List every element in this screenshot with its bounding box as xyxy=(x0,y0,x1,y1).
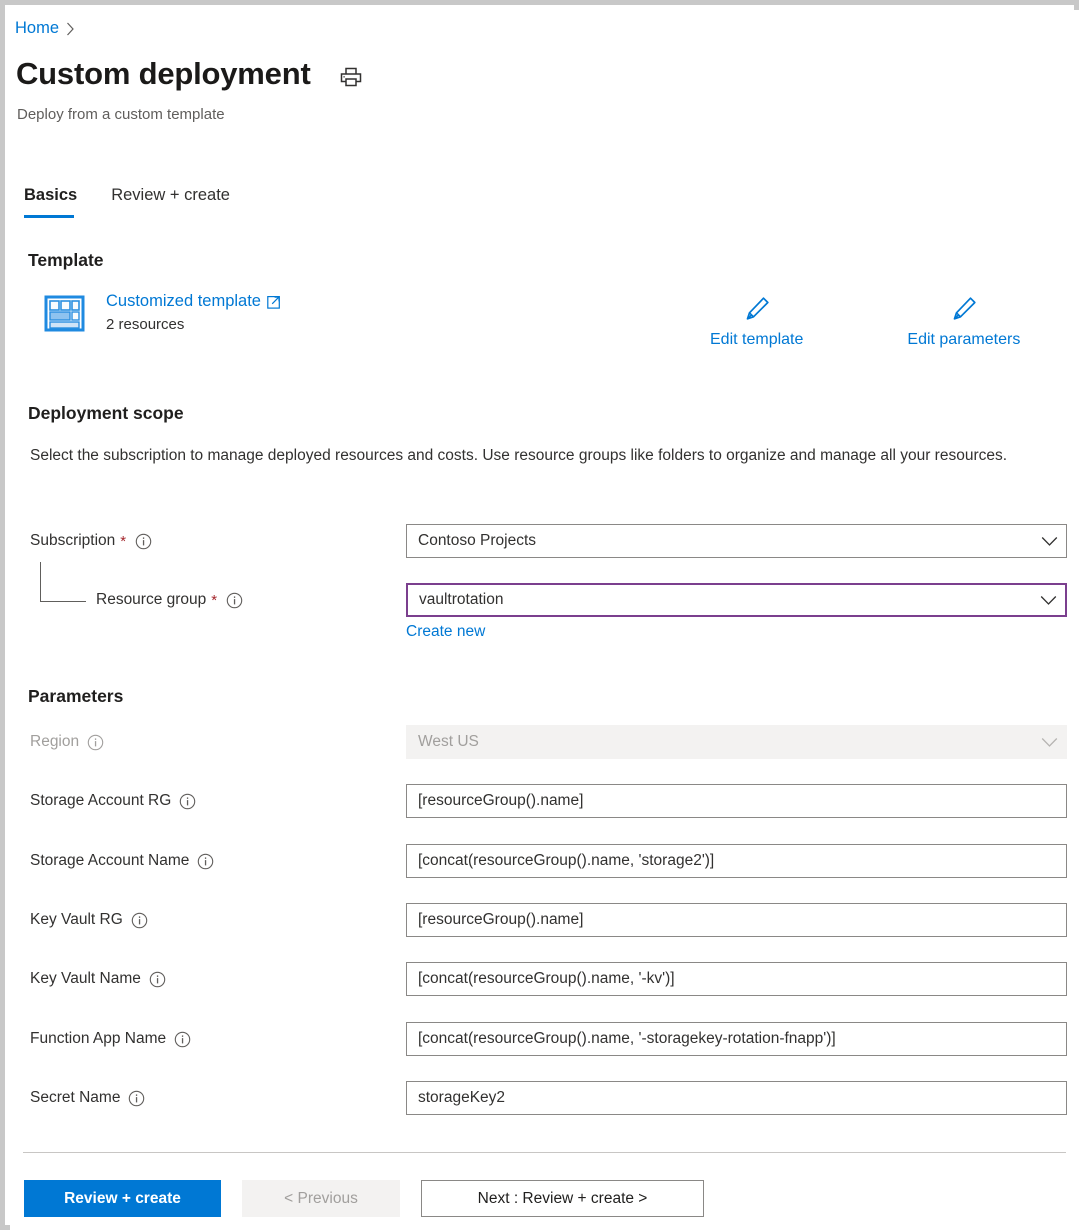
subscription-value: Contoso Projects xyxy=(418,532,1041,550)
resource-group-label-text: Resource group xyxy=(96,591,206,609)
deployment-scope-description: Select the subscription to manage deploy… xyxy=(30,444,1020,468)
deployment-scope-heading: Deployment scope xyxy=(28,403,184,424)
page-subtitle: Deploy from a custom template xyxy=(17,106,225,123)
page-title: Custom deployment xyxy=(16,57,311,91)
key-vault-rg-input[interactable]: [resourceGroup().name] xyxy=(406,903,1067,937)
key-vault-rg-label: Key Vault RG xyxy=(30,903,148,937)
storage-account-name-label: Storage Account Name xyxy=(30,844,214,878)
tab-basics[interactable]: Basics xyxy=(24,186,77,218)
customized-template-label: Customized template xyxy=(106,292,261,311)
footer-button-bar: Review + create < Previous Next : Review… xyxy=(24,1180,704,1217)
resource-group-dropdown[interactable]: vaultrotation xyxy=(406,583,1067,617)
edit-template-label: Edit template xyxy=(710,331,803,349)
key-vault-name-value: [concat(resourceGroup().name, '-kv')] xyxy=(418,970,1058,988)
secret-name-label-text: Secret Name xyxy=(30,1089,120,1107)
breadcrumb: Home xyxy=(15,19,75,38)
field-row-storage-account-name: Storage Account Name [concat(resourceGro… xyxy=(10,844,1079,878)
function-app-name-label: Function App Name xyxy=(30,1022,191,1056)
field-row-resource-group: Resource group * vaultrotation xyxy=(10,583,1079,617)
next-review-create-button[interactable]: Next : Review + create > xyxy=(421,1180,704,1217)
pencil-icon xyxy=(742,294,772,324)
review-create-button[interactable]: Review + create xyxy=(24,1180,221,1217)
page-title-row: Custom deployment xyxy=(16,57,363,91)
field-row-region: Region West US xyxy=(10,725,1079,759)
info-icon[interactable] xyxy=(226,592,243,609)
field-row-key-vault-rg: Key Vault RG [resourceGroup().name] xyxy=(10,903,1079,937)
footer-divider xyxy=(23,1152,1066,1153)
storage-account-name-label-text: Storage Account Name xyxy=(30,852,189,870)
required-asterisk: * xyxy=(211,592,217,609)
info-icon[interactable] xyxy=(87,734,104,751)
storage-account-rg-input[interactable]: [resourceGroup().name] xyxy=(406,784,1067,818)
chevron-down-icon xyxy=(1040,595,1057,606)
printer-icon[interactable] xyxy=(339,65,363,89)
resource-group-label: Resource group * xyxy=(96,583,243,617)
field-row-secret-name: Secret Name storageKey2 xyxy=(10,1081,1079,1115)
secret-name-input[interactable]: storageKey2 xyxy=(406,1081,1067,1115)
info-icon[interactable] xyxy=(131,912,148,929)
previous-button: < Previous xyxy=(242,1180,400,1217)
edit-parameters-label: Edit parameters xyxy=(907,331,1020,349)
create-new-resource-group-link[interactable]: Create new xyxy=(406,623,485,641)
storage-account-rg-label-text: Storage Account RG xyxy=(30,792,171,810)
info-icon[interactable] xyxy=(135,533,152,550)
region-dropdown: West US xyxy=(406,725,1067,759)
info-icon[interactable] xyxy=(128,1090,145,1107)
chevron-down-icon xyxy=(1041,536,1058,547)
required-asterisk: * xyxy=(120,533,126,550)
resource-group-value: vaultrotation xyxy=(419,591,1040,609)
subscription-dropdown[interactable]: Contoso Projects xyxy=(406,524,1067,558)
template-edit-actions: Edit template Edit parameters xyxy=(710,294,1060,349)
portal-blade-frame: Home Custom deployment Deploy from a cus… xyxy=(0,0,1079,1230)
info-icon[interactable] xyxy=(149,971,166,988)
external-link-icon xyxy=(267,295,281,309)
field-row-storage-account-rg: Storage Account RG [resourceGroup().name… xyxy=(10,784,1079,818)
field-row-subscription: Subscription * Contoso Projects xyxy=(10,524,1079,558)
info-icon[interactable] xyxy=(197,853,214,870)
chevron-right-icon xyxy=(66,22,75,36)
key-vault-rg-value: [resourceGroup().name] xyxy=(418,911,1058,929)
key-vault-name-label-text: Key Vault Name xyxy=(30,970,141,988)
pencil-icon xyxy=(949,294,979,324)
tab-review-create[interactable]: Review + create xyxy=(111,186,230,218)
storage-account-name-value: [concat(resourceGroup().name, 'storage2'… xyxy=(418,852,1058,870)
edit-parameters-button[interactable]: Edit parameters xyxy=(907,294,1020,349)
chevron-down-icon xyxy=(1041,737,1058,748)
blade-content: Home Custom deployment Deploy from a cus… xyxy=(10,10,1079,1230)
storage-account-rg-value: [resourceGroup().name] xyxy=(418,792,1058,810)
region-value: West US xyxy=(418,733,1041,751)
region-label: Region xyxy=(30,725,104,759)
customized-template-link[interactable]: Customized template xyxy=(106,292,281,311)
template-section-heading: Template xyxy=(28,250,104,271)
subscription-label-text: Subscription xyxy=(30,532,115,550)
secret-name-value: storageKey2 xyxy=(418,1089,1058,1107)
storage-account-name-input[interactable]: [concat(resourceGroup().name, 'storage2'… xyxy=(406,844,1067,878)
template-grid-icon xyxy=(44,293,85,334)
secret-name-label: Secret Name xyxy=(30,1081,145,1115)
key-vault-name-input[interactable]: [concat(resourceGroup().name, '-kv')] xyxy=(406,962,1067,996)
info-icon[interactable] xyxy=(174,1031,191,1048)
subscription-label: Subscription * xyxy=(30,524,152,558)
tab-bar: Basics Review + create xyxy=(24,186,230,218)
function-app-name-value: [concat(resourceGroup().name, '-storagek… xyxy=(418,1030,1058,1048)
storage-account-rg-label: Storage Account RG xyxy=(30,784,196,818)
edit-template-button[interactable]: Edit template xyxy=(710,294,803,349)
field-row-function-app-name: Function App Name [concat(resourceGroup(… xyxy=(10,1022,1079,1056)
field-row-key-vault-name: Key Vault Name [concat(resourceGroup().n… xyxy=(10,962,1079,996)
info-icon[interactable] xyxy=(179,793,196,810)
key-vault-name-label: Key Vault Name xyxy=(30,962,166,996)
parameters-heading: Parameters xyxy=(28,686,123,707)
function-app-name-input[interactable]: [concat(resourceGroup().name, '-storagek… xyxy=(406,1022,1067,1056)
breadcrumb-item-home[interactable]: Home xyxy=(15,19,59,38)
key-vault-rg-label-text: Key Vault RG xyxy=(30,911,123,929)
function-app-name-label-text: Function App Name xyxy=(30,1030,166,1048)
template-resource-count: 2 resources xyxy=(106,316,281,333)
template-summary: Customized template 2 resources xyxy=(44,292,281,334)
region-label-text: Region xyxy=(30,733,79,751)
